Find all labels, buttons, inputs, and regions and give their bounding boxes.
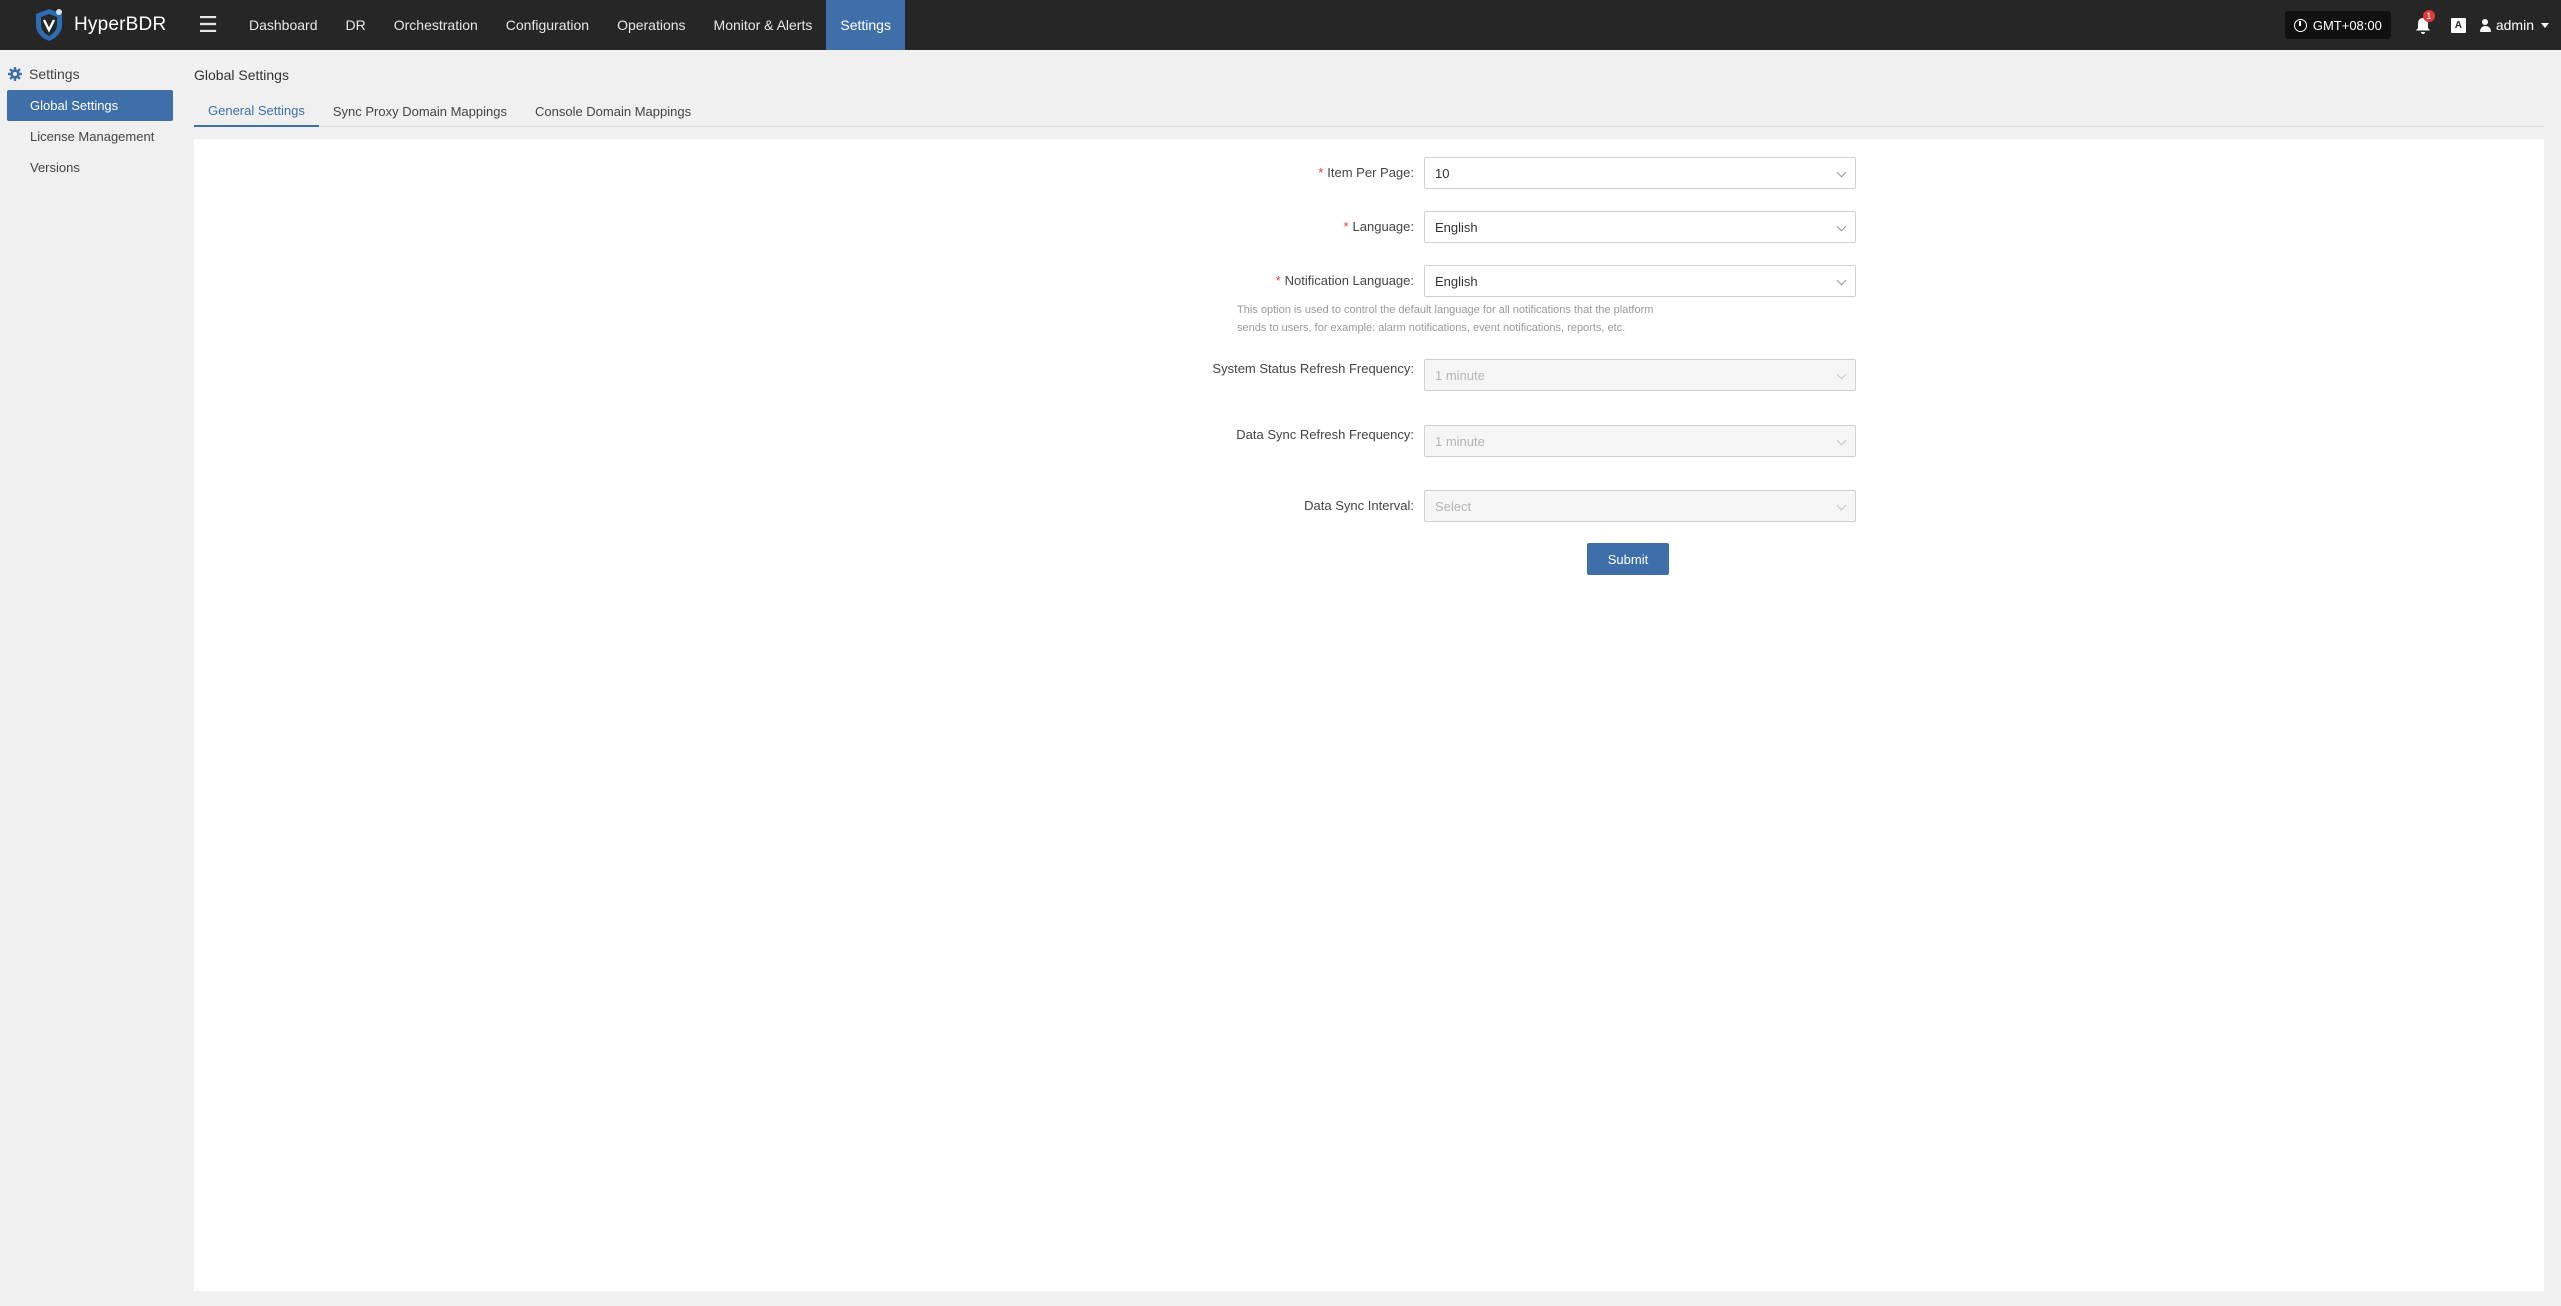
main-nav: Dashboard DR Orchestration Configuration… (235, 0, 905, 50)
required-asterisk: * (1343, 219, 1349, 234)
brand-name: HyperBDR (74, 14, 167, 35)
page-title: Global Settings (194, 67, 289, 83)
item-per-page-select[interactable]: 10 (1424, 157, 1856, 189)
shield-logo-icon (36, 9, 62, 41)
form-row-data-sync-interval: Data Sync Interval: Select (1194, 490, 1856, 522)
language-select[interactable]: English (1424, 211, 1856, 243)
nav-item-monitor-alerts[interactable]: Monitor & Alerts (700, 0, 827, 50)
item-per-page-value: 10 (1435, 165, 1450, 181)
notification-badge: 1 (2422, 10, 2435, 22)
nav-item-orchestration[interactable]: Orchestration (380, 0, 492, 50)
notification-language-help: This option is used to control the defau… (1237, 304, 1654, 334)
nav-item-dr[interactable]: DR (332, 0, 380, 50)
form-row-data-sync-refresh: Data Sync Refresh Frequency: 1 minute (1194, 425, 1856, 457)
notifications-button[interactable]: 1 (2415, 10, 2435, 35)
brand[interactable]: HyperBDR (0, 0, 190, 50)
tab-general-settings[interactable]: General Settings (194, 96, 319, 127)
form-row-notification-language: * Notification Language: English (1194, 265, 1856, 297)
language-value: English (1435, 219, 1478, 235)
data-sync-interval-select: Select (1424, 490, 1856, 522)
language-icon[interactable]: A (2450, 17, 2466, 33)
submit-button[interactable]: Submit (1587, 543, 1669, 575)
nav-item-operations[interactable]: Operations (603, 0, 699, 50)
settings-tabs: General Settings Sync Proxy Domain Mappi… (194, 96, 2544, 127)
item-per-page-label: * Item Per Page: (1318, 165, 1414, 180)
system-status-refresh-select: 1 minute (1424, 359, 1856, 391)
timezone-label: GMT+08:00 (2312, 17, 2382, 33)
nav-item-dashboard[interactable]: Dashboard (235, 0, 332, 50)
required-asterisk: * (1275, 273, 1281, 288)
form-row-language: * Language: English (1194, 211, 1856, 243)
gear-icon (8, 67, 22, 81)
required-asterisk: * (1318, 165, 1324, 180)
timezone-button[interactable]: GMT+08:00 (2284, 11, 2391, 39)
data-sync-refresh-label: Data Sync Refresh Frequency: (1236, 427, 1414, 442)
nav-item-configuration[interactable]: Configuration (492, 0, 603, 50)
sidebar-item-global-settings[interactable]: Global Settings (7, 90, 173, 121)
top-right-tools: GMT+08:00 1 A admin (2284, 0, 2561, 50)
clock-icon (2293, 18, 2307, 32)
system-status-refresh-value: 1 minute (1435, 367, 1485, 383)
system-status-refresh-label: System Status Refresh Frequency: (1212, 361, 1414, 376)
tab-sync-proxy-domain-mappings[interactable]: Sync Proxy Domain Mappings (319, 96, 521, 127)
sidebar: Settings Global Settings License Managem… (0, 50, 180, 1306)
caret-down-icon (2541, 22, 2549, 28)
sidebar-header-label: Settings (29, 66, 80, 82)
data-sync-interval-placeholder: Select (1435, 498, 1472, 514)
language-label: * Language: (1343, 219, 1414, 234)
settings-panel: * Item Per Page: 10 * Language: English * N… (194, 139, 2544, 1291)
notification-language-select[interactable]: English (1424, 265, 1856, 297)
hamburger-icon[interactable]: ☰ (190, 0, 226, 50)
data-sync-interval-label: Data Sync Interval: (1304, 498, 1414, 513)
sidebar-item-license-management[interactable]: License Management (7, 121, 173, 152)
user-icon (2479, 18, 2491, 32)
chevron-down-icon (1836, 369, 1847, 380)
chevron-down-icon (1836, 221, 1847, 232)
chevron-down-icon (1836, 435, 1847, 446)
nav-item-settings[interactable]: Settings (826, 0, 905, 50)
chevron-down-icon (1836, 167, 1847, 178)
form-row-item-per-page: * Item Per Page: 10 (1194, 157, 1856, 189)
chevron-down-icon (1836, 275, 1847, 286)
sidebar-item-versions[interactable]: Versions (7, 152, 173, 183)
top-navigation-bar: HyperBDR ☰ Dashboard DR Orchestration Co… (0, 0, 2561, 50)
notification-language-value: English (1435, 273, 1478, 289)
sidebar-header: Settings (0, 62, 180, 86)
data-sync-refresh-select: 1 minute (1424, 425, 1856, 457)
user-menu[interactable]: admin (2479, 17, 2549, 33)
user-name: admin (2495, 17, 2534, 33)
tab-console-domain-mappings[interactable]: Console Domain Mappings (521, 96, 705, 127)
chevron-down-icon (1836, 500, 1847, 511)
data-sync-refresh-value: 1 minute (1435, 433, 1485, 449)
form-row-system-status-refresh: System Status Refresh Frequency: 1 minut… (1194, 359, 1856, 391)
notification-language-label: * Notification Language: (1275, 273, 1414, 288)
